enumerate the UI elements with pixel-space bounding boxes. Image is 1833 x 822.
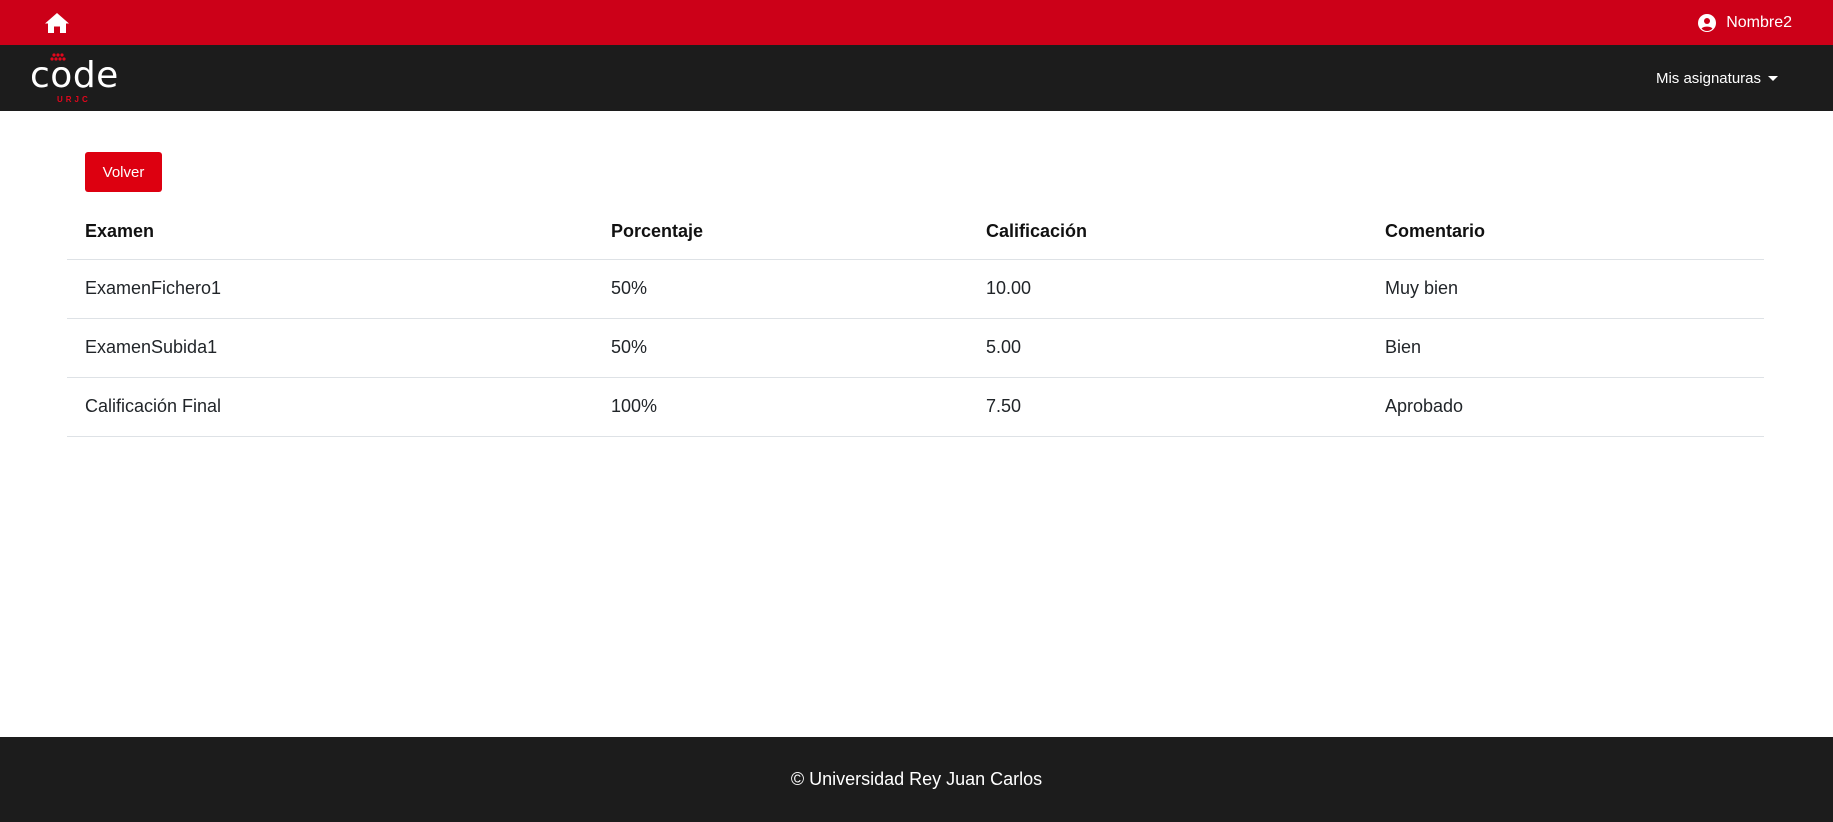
user-name: Nombre2 xyxy=(1726,13,1792,31)
grades-table: Examen Porcentaje Calificación Comentari… xyxy=(67,204,1764,437)
user-circle-icon xyxy=(1698,13,1717,32)
cell-grade: 10.00 xyxy=(968,259,1367,319)
main-content: Volver Examen Porcentaje Calificación Co… xyxy=(0,111,1833,737)
header-comentario: Comentario xyxy=(1367,204,1764,260)
cell-comment: Aprobado xyxy=(1367,377,1764,437)
footer: © Universidad Rey Juan Carlos xyxy=(0,737,1833,822)
table-row: ExamenSubida1 50% 5.00 Bien xyxy=(67,318,1764,378)
header-calificacion: Calificación xyxy=(968,204,1367,260)
table-row: Calificación Final 100% 7.50 Aprobado xyxy=(67,377,1764,437)
cell-percentage: 50% xyxy=(593,318,968,378)
code-urjc-logo[interactable]: code URJC xyxy=(30,52,118,104)
subjects-dropdown-label: Mis asignaturas xyxy=(1655,69,1761,87)
top-bar: Nombre2 xyxy=(0,0,1833,45)
user-menu[interactable]: Nombre2 xyxy=(1698,13,1792,32)
cell-percentage: 100% xyxy=(593,377,968,437)
cell-grade: 7.50 xyxy=(968,377,1367,437)
header-porcentaje: Porcentaje xyxy=(593,204,968,260)
table-row: ExamenFichero1 50% 10.00 Muy bien xyxy=(67,259,1764,319)
home-link[interactable] xyxy=(44,12,70,34)
home-icon xyxy=(45,12,69,33)
cell-exam: Calificación Final xyxy=(67,377,593,437)
header-examen: Examen xyxy=(67,204,593,260)
caret-down-icon xyxy=(1768,75,1778,81)
table-header-row: Examen Porcentaje Calificación Comentari… xyxy=(67,204,1764,260)
cell-comment: Muy bien xyxy=(1367,259,1764,319)
footer-copyright: © Universidad Rey Juan Carlos xyxy=(790,769,1043,789)
cell-exam: ExamenSubida1 xyxy=(67,318,593,378)
main-navbar: code URJC Mis asignaturas xyxy=(0,45,1833,111)
logo-subtext: URJC xyxy=(57,95,91,104)
cell-exam: ExamenFichero1 xyxy=(67,259,593,319)
back-button[interactable]: Volver xyxy=(85,152,162,192)
subjects-dropdown[interactable]: Mis asignaturas xyxy=(1656,70,1778,87)
cell-comment: Bien xyxy=(1367,318,1764,378)
page: Nombre2 code URJC Mis asignaturas Volver xyxy=(0,0,1833,822)
logo-text: code xyxy=(30,55,119,96)
cell-percentage: 50% xyxy=(593,259,968,319)
cell-grade: 5.00 xyxy=(968,318,1367,378)
